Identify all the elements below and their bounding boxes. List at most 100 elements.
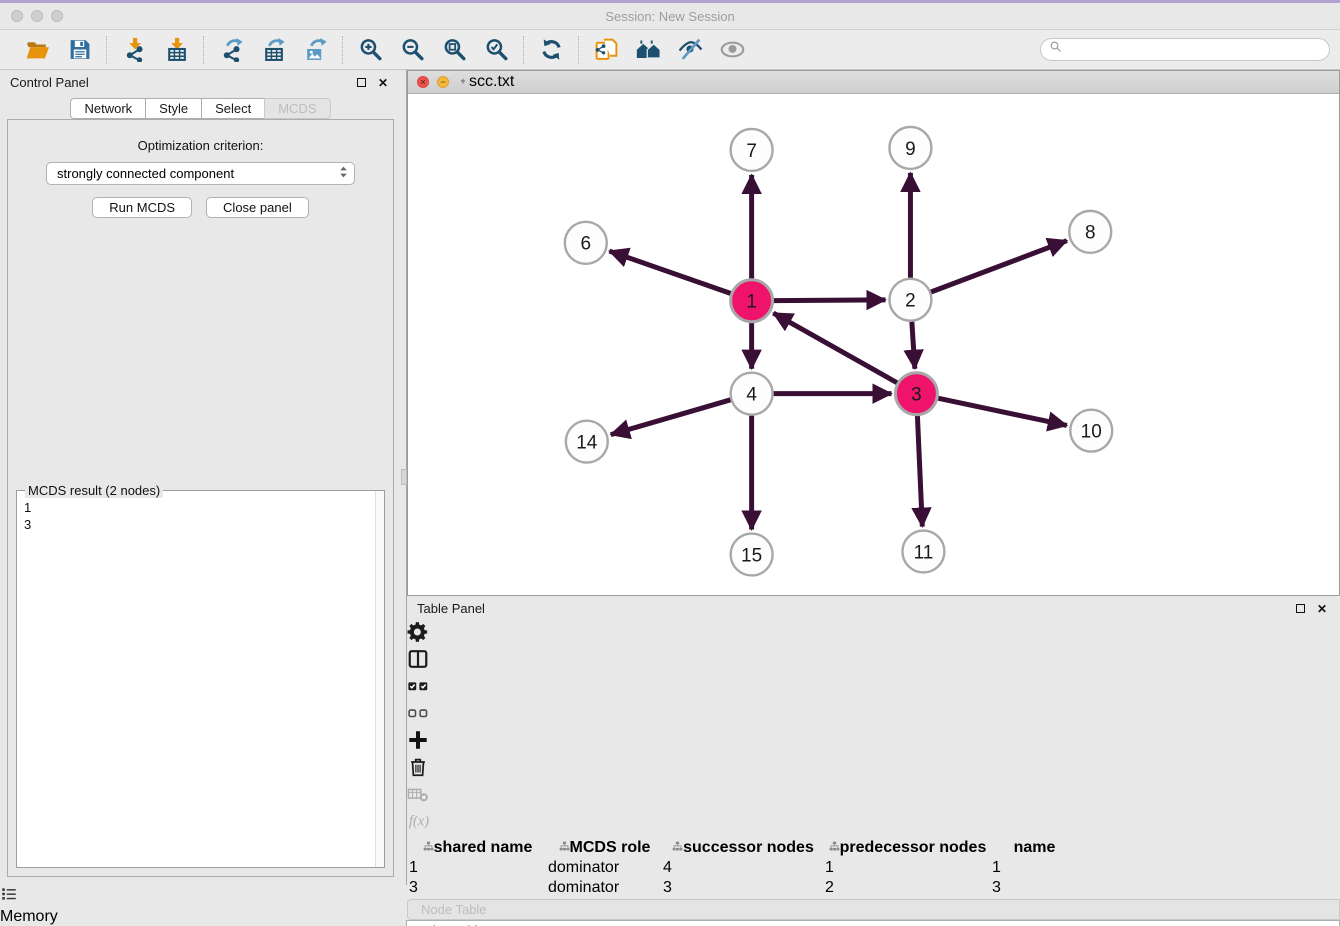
application-window: Session: New Session Control Panel ✕ Net… — [0, 0, 1340, 926]
eye-slash-icon[interactable] — [675, 35, 705, 65]
chevron-up-down-icon — [337, 165, 350, 182]
control-panel-tabs: NetworkStyleSelectMCDS — [0, 95, 401, 119]
add-column-icon[interactable] — [407, 729, 1340, 756]
edge-1-6[interactable] — [609, 251, 730, 293]
table-panel-header: Table Panel ✕ — [407, 596, 1340, 621]
unselect-all-columns-icon[interactable] — [407, 702, 1340, 729]
import-network-icon[interactable] — [119, 35, 149, 65]
mcds-result-list[interactable]: 13 — [17, 491, 375, 867]
window-titlebar: Session: New Session — [0, 3, 1340, 30]
import-table-icon[interactable] — [161, 35, 191, 65]
task-history-button[interactable] — [0, 885, 1340, 908]
edge-3-10[interactable] — [938, 398, 1067, 425]
column-header-successor-nodes[interactable]: successor nodes — [663, 839, 823, 857]
refresh-layout-icon[interactable] — [536, 35, 566, 65]
edge-3-11[interactable] — [917, 416, 922, 527]
selected-option-label: strongly connected component — [57, 166, 337, 181]
column-header-name[interactable]: name — [992, 839, 1077, 857]
node-3[interactable]: 3 — [895, 373, 937, 415]
main-content: Control Panel ✕ NetworkStyleSelectMCDS O… — [0, 70, 1340, 885]
node-1[interactable]: 1 — [731, 280, 773, 322]
node-11[interactable]: 11 — [902, 531, 944, 573]
table-cell[interactable]: dominator — [548, 859, 661, 877]
edge-3-1[interactable] — [773, 313, 897, 383]
svg-text:14: 14 — [576, 432, 597, 453]
optimization-criterion-select[interactable]: strongly connected component — [46, 162, 355, 185]
search-box[interactable] — [1040, 38, 1330, 61]
edge-4-14[interactable] — [611, 400, 731, 435]
node-8[interactable]: 8 — [1069, 211, 1111, 253]
eye-icon[interactable] — [717, 35, 747, 65]
settings-gear-icon[interactable] — [407, 621, 1340, 648]
node-4[interactable]: 4 — [731, 373, 773, 415]
zoom-selected-icon[interactable] — [481, 35, 511, 65]
node-9[interactable]: 9 — [889, 127, 931, 169]
node-6[interactable]: 6 — [565, 222, 607, 264]
table-cell[interactable]: 4 — [663, 859, 823, 877]
svg-text:8: 8 — [1085, 223, 1096, 244]
column-header-predecessor-nodes[interactable]: predecessor nodes — [825, 839, 990, 857]
houses-icon[interactable] — [633, 35, 663, 65]
run-mcds-button[interactable]: Run MCDS — [92, 197, 192, 218]
float-panel-icon[interactable] — [353, 75, 369, 91]
open-folder-icon[interactable] — [22, 35, 52, 65]
export-network-icon[interactable] — [216, 35, 246, 65]
optimization-criterion-label: Optimization criterion: — [8, 138, 393, 153]
node-2[interactable]: 2 — [889, 279, 931, 321]
node-14[interactable]: 14 — [566, 421, 608, 463]
search-input[interactable] — [1067, 43, 1321, 57]
search-icon — [1049, 40, 1063, 59]
show-columns-icon[interactable] — [407, 648, 1340, 675]
network-canvas[interactable]: 7 9 6 8 1 2 4 3 14 10 15 11 — [408, 94, 1339, 599]
delete-column-icon[interactable] — [407, 756, 1340, 783]
network-graph[interactable]: 7 9 6 8 1 2 4 3 14 10 15 11 — [408, 94, 1339, 594]
table-cell[interactable]: 1 — [409, 859, 546, 877]
tab-select[interactable]: Select — [201, 98, 265, 119]
panel-splitter[interactable] — [401, 70, 407, 885]
export-image-icon[interactable] — [300, 35, 330, 65]
table-cell[interactable]: 1 — [825, 859, 990, 877]
zoom-fit-icon[interactable] — [439, 35, 469, 65]
select-all-columns-icon[interactable] — [407, 675, 1340, 702]
column-header-mcds-role[interactable]: MCDS role — [548, 839, 661, 857]
node-7[interactable]: 7 — [731, 129, 773, 171]
memory-button[interactable]: Memory — [0, 908, 1340, 926]
float-table-panel-icon[interactable] — [1292, 601, 1308, 617]
svg-text:7: 7 — [746, 141, 757, 162]
column-header-shared-name[interactable]: shared name — [409, 839, 546, 857]
edge-2-8[interactable] — [931, 241, 1067, 292]
node-15[interactable]: 15 — [731, 534, 773, 576]
tab-style[interactable]: Style — [145, 98, 202, 119]
result-scrollbar[interactable] — [375, 491, 384, 867]
zoom-in-icon[interactable] — [355, 35, 385, 65]
network-minimize-button[interactable]: − — [437, 76, 449, 88]
network-maximize-button[interactable]: + — [457, 76, 469, 88]
save-icon[interactable] — [64, 35, 94, 65]
mcds-result-node[interactable]: 1 — [24, 499, 375, 516]
svg-text:10: 10 — [1081, 421, 1102, 442]
edge-1-2[interactable] — [774, 300, 886, 301]
close-table-panel-icon[interactable]: ✕ — [1314, 601, 1330, 617]
svg-text:11: 11 — [914, 542, 934, 563]
edge-2-3[interactable] — [912, 322, 915, 369]
tab-network[interactable]: Network — [70, 98, 146, 119]
table-row[interactable]: 1dominator411 — [409, 859, 1079, 877]
mcds-result-node[interactable]: 3 — [24, 516, 375, 533]
network-window-controls: × − + — [408, 76, 469, 88]
close-panel-button[interactable]: Close panel — [206, 197, 309, 218]
window-title: Session: New Session — [0, 9, 1340, 24]
table-cell[interactable]: 1 — [992, 859, 1077, 877]
table-panel: Table Panel ✕ f(x) shared nameMCDS roles… — [407, 596, 1340, 899]
mcds-buttons-row: Run MCDS Close panel — [8, 197, 393, 218]
network-close-button[interactable]: × — [417, 76, 429, 88]
control-panel-header: Control Panel ✕ — [0, 70, 401, 95]
splitter-handle[interactable] — [401, 469, 407, 485]
zoom-out-icon[interactable] — [397, 35, 427, 65]
export-table-icon[interactable] — [258, 35, 288, 65]
tab-mcds[interactable]: MCDS — [264, 98, 330, 119]
svg-text:3: 3 — [911, 385, 922, 406]
svg-text:15: 15 — [741, 545, 762, 566]
close-panel-icon[interactable]: ✕ — [375, 75, 391, 91]
copy-network-icon[interactable] — [591, 35, 621, 65]
node-10[interactable]: 10 — [1070, 410, 1112, 452]
